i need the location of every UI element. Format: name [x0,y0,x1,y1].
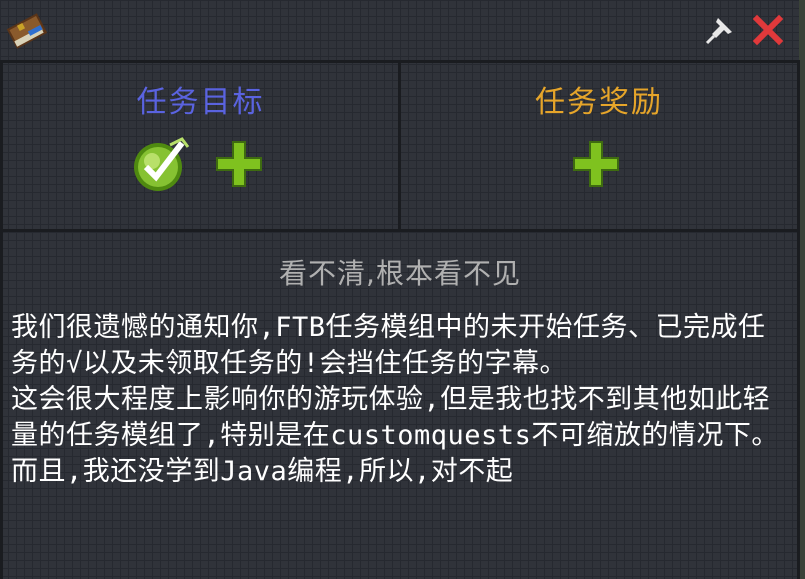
quest-window: 任务目标 任务奖励 看不清,根本看不见 我们很遗憾的通知你,FTB任务模组中的未… [0,0,805,579]
rewards-panel: 任务奖励 [398,60,800,232]
close-icon[interactable] [752,14,784,46]
description-panel: 看不清,根本看不见 我们很遗憾的通知你,FTB任务模组中的未开始任务、已完成任务… [0,229,800,579]
rewards-panel-title: 任务奖励 [535,85,663,120]
add-reward-plus-icon[interactable] [571,139,621,189]
pin-icon[interactable] [704,14,736,46]
checkmark-complete-icon[interactable] [130,133,192,195]
tasks-panel: 任务目标 [0,60,401,232]
quest-book-icon [6,13,48,49]
tasks-panel-title: 任务目标 [136,85,265,120]
title-bar [0,0,805,60]
add-objective-plus-icon[interactable] [214,139,264,189]
description-title: 看不清,根本看不见 [279,257,521,290]
description-body: 我们很遗憾的通知你,FTB任务模组中的未开始任务、已完成任务的√以及未领取任务的… [11,312,779,487]
